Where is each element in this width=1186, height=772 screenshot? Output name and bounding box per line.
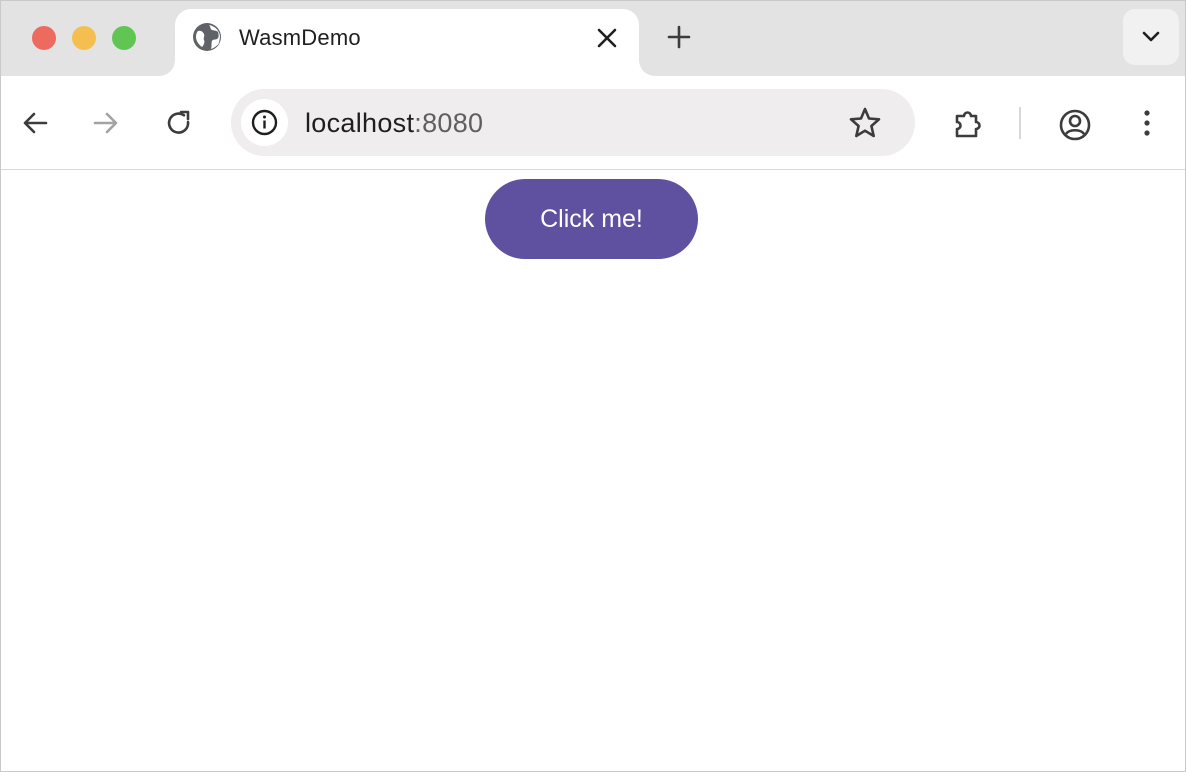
- browser-toolbar: localhost:8080: [1, 76, 1185, 170]
- back-arrow-icon: [23, 112, 48, 134]
- click-me-button[interactable]: Click me!: [485, 179, 698, 259]
- close-tab-icon[interactable]: [595, 26, 619, 50]
- extensions-button[interactable]: [947, 103, 987, 143]
- window-maximize-button[interactable]: [112, 26, 136, 50]
- window-minimize-button[interactable]: [72, 26, 96, 50]
- toolbar-divider: [1019, 107, 1021, 139]
- bookmark-star-icon[interactable]: [847, 105, 883, 141]
- browser-window: WasmDemo localhost:8080 Click me!: [0, 0, 1186, 772]
- tab-strip: WasmDemo: [1, 1, 1185, 76]
- window-close-button[interactable]: [32, 26, 56, 50]
- profile-button[interactable]: [1055, 103, 1095, 143]
- page-content: Click me!: [1, 170, 1185, 771]
- tab-title: WasmDemo: [239, 25, 361, 50]
- more-vert-icon: [1144, 110, 1150, 136]
- back-button[interactable]: [15, 103, 55, 143]
- browser-menu-button[interactable]: [1127, 103, 1167, 143]
- tab-search-button[interactable]: [1123, 9, 1179, 65]
- url-host: localhost: [305, 108, 415, 138]
- url-text: localhost:8080: [305, 108, 483, 139]
- forward-button[interactable]: [86, 103, 126, 143]
- url-port: :8080: [414, 108, 484, 138]
- chevron-down-icon: [1142, 31, 1160, 42]
- reload-button[interactable]: [159, 103, 199, 143]
- reload-icon: [167, 110, 190, 134]
- globe-icon: [192, 22, 222, 52]
- tab-wasmdemo[interactable]: WasmDemo: [175, 9, 639, 76]
- puzzle-icon: [955, 111, 981, 138]
- site-info-button[interactable]: [241, 99, 288, 146]
- address-bar[interactable]: localhost:8080: [231, 89, 915, 156]
- info-icon: [251, 109, 278, 136]
- profile-icon: [1059, 109, 1091, 141]
- forward-arrow-icon: [93, 112, 118, 134]
- new-tab-icon[interactable]: [663, 21, 695, 53]
